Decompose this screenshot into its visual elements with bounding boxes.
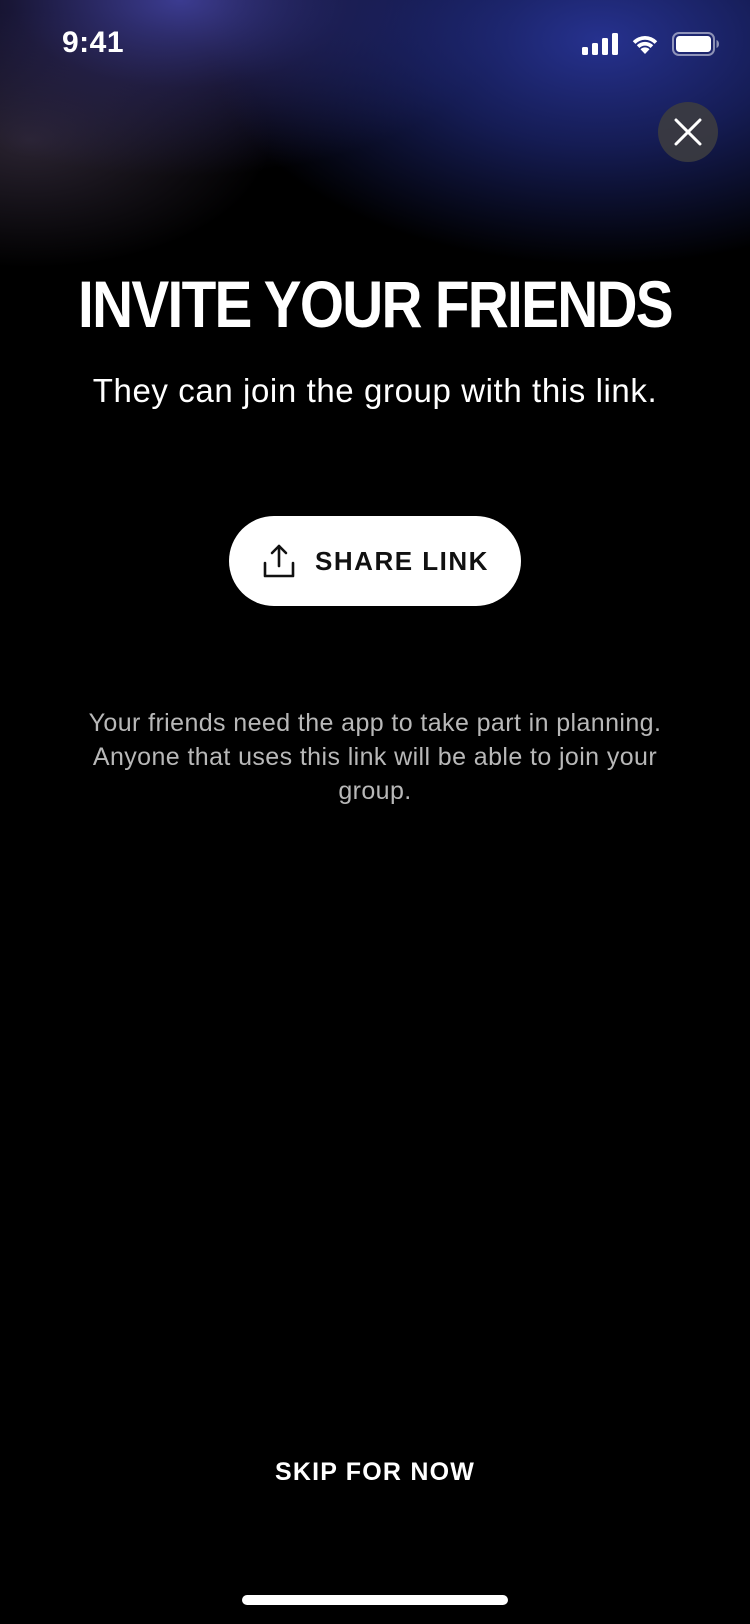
close-button[interactable] (658, 102, 718, 162)
battery-icon (672, 32, 720, 56)
status-icons (582, 32, 720, 56)
share-icon (263, 544, 295, 578)
share-link-label: SHARE LINK (315, 545, 489, 576)
share-link-button[interactable]: SHARE LINK (229, 516, 521, 606)
info-text: Your friends need the app to take part i… (88, 709, 662, 805)
status-time: 9:41 (62, 26, 125, 59)
page-title: INVITE YOUR FRIENDS (78, 267, 674, 341)
close-icon (674, 118, 702, 146)
signal-icon (582, 33, 618, 55)
home-indicator (242, 1595, 508, 1605)
wifi-icon (630, 33, 660, 55)
page-subtitle: They can join the group with this link. (92, 372, 658, 409)
status-bar: 9:41 (0, 0, 750, 90)
skip-for-now-button[interactable]: SKIP FOR NOW (225, 1450, 525, 1494)
